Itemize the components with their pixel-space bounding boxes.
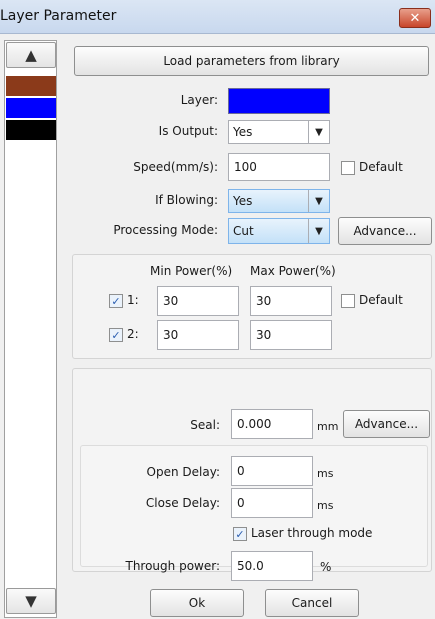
processing-mode-label: Processing Mode:: [113, 223, 218, 237]
close-delay-label: Close Delay:: [145, 496, 220, 510]
if-blowing-value: Yes: [233, 194, 253, 208]
triangle-up-icon: ▲: [25, 46, 37, 64]
layer-swatch-1[interactable]: [6, 98, 56, 118]
is-output-label: Is Output:: [158, 124, 218, 138]
if-blowing-label: If Blowing:: [155, 193, 218, 207]
close-button[interactable]: ✕: [399, 8, 431, 28]
window-title: Layer Parameter: [0, 8, 117, 24]
speed-field[interactable]: 100: [228, 153, 330, 181]
layer-swatch-0[interactable]: [6, 76, 56, 96]
scroll-down-button[interactable]: ▼: [6, 588, 56, 614]
power-row-1-min-field[interactable]: 30: [157, 286, 239, 316]
power-row-2-checkbox[interactable]: ✓: [109, 328, 123, 342]
check-icon: ✓: [111, 294, 121, 308]
triangle-down-icon: ▼: [25, 592, 37, 610]
cancel-button[interactable]: Cancel: [265, 589, 359, 617]
speed-label: Speed(mm/s):: [133, 160, 218, 174]
power-row-1-label: 1:: [127, 293, 139, 307]
power-default-checkbox[interactable]: [341, 294, 355, 308]
speed-default-checkbox[interactable]: [341, 161, 355, 175]
through-power-field[interactable]: 50.0: [231, 551, 313, 581]
power-default-label: Default: [359, 293, 403, 307]
seal-field[interactable]: 0.000: [231, 409, 313, 439]
power-row-1-checkbox[interactable]: ✓: [109, 294, 123, 308]
chevron-down-icon: ▼: [308, 190, 329, 212]
layer-swatch-2[interactable]: [6, 120, 56, 140]
min-power-header: Min Power(%): [150, 264, 233, 278]
layer-color-box[interactable]: [228, 88, 330, 114]
title-bar: Layer Parameter ✕: [0, 0, 435, 34]
check-icon: ✓: [235, 527, 245, 541]
ok-button[interactable]: Ok: [150, 589, 244, 617]
check-icon: ✓: [111, 328, 121, 342]
open-delay-label: Open Delay:: [146, 465, 220, 479]
open-delay-field[interactable]: 0: [231, 456, 313, 486]
processing-advance-button[interactable]: Advance...: [338, 217, 432, 245]
close-delay-field[interactable]: 0: [231, 488, 313, 518]
is-output-dropdown[interactable]: Yes ▼: [228, 120, 330, 144]
power-row-2-min-field[interactable]: 30: [157, 320, 239, 350]
seal-advance-button[interactable]: Advance...: [343, 410, 430, 438]
chevron-down-icon: ▼: [308, 121, 329, 143]
open-delay-unit: ms: [317, 467, 334, 480]
power-row-2-max-field[interactable]: 30: [250, 320, 332, 350]
laser-through-label: Laser through mode: [251, 526, 373, 540]
power-row-1-max-field[interactable]: 30: [250, 286, 332, 316]
max-power-header: Max Power(%): [250, 264, 336, 278]
speed-default-label: Default: [359, 160, 403, 174]
processing-mode-value: Cut: [233, 224, 254, 238]
scroll-up-button[interactable]: ▲: [6, 42, 56, 68]
through-power-unit: %: [320, 560, 332, 574]
laser-through-checkbox[interactable]: ✓: [233, 527, 247, 541]
close-delay-unit: ms: [317, 499, 334, 512]
chevron-down-icon: ▼: [308, 219, 329, 243]
layer-label: Layer:: [180, 93, 218, 107]
seal-unit: mm: [317, 420, 339, 433]
is-output-value: Yes: [233, 125, 253, 139]
processing-mode-dropdown[interactable]: Cut ▼: [228, 218, 330, 244]
if-blowing-dropdown[interactable]: Yes ▼: [228, 189, 330, 213]
through-power-label: Through power:: [125, 559, 220, 573]
close-icon: ✕: [409, 10, 421, 26]
load-parameters-button[interactable]: Load parameters from library: [74, 46, 429, 76]
seal-label: Seal:: [190, 418, 220, 432]
power-row-2-label: 2:: [127, 327, 139, 341]
